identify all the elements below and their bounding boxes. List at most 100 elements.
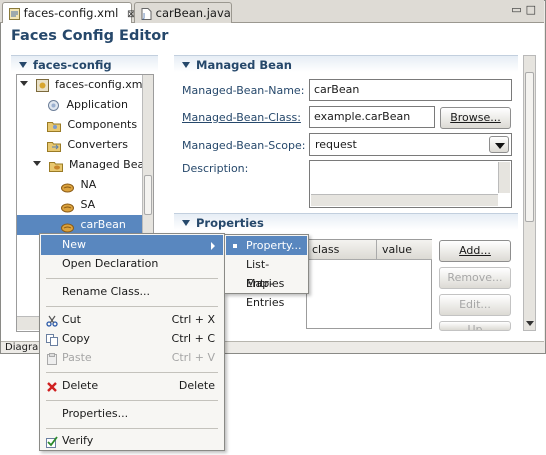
menu-accelerator: Ctrl + C <box>171 332 215 345</box>
menu-item-verify[interactable]: Verify <box>41 431 223 451</box>
new-submenu: Property... List-Entries Map-Entries <box>224 234 309 309</box>
edit-property-button[interactable]: Edit... <box>439 294 511 316</box>
tree-node-label: Managed Bean <box>69 158 152 171</box>
description-hscroll[interactable] <box>311 194 498 206</box>
svg-text:J: J <box>142 12 145 20</box>
menu-item-properties[interactable]: Properties... <box>41 404 223 424</box>
tree-node-components[interactable]: Components <box>17 115 153 135</box>
submenu-item-label: Property... <box>246 239 302 252</box>
paste-icon <box>46 352 58 365</box>
managed-bean-folder-icon <box>48 159 63 172</box>
minimize-maximize-icons[interactable]: ▭□ <box>511 3 540 16</box>
remove-button-label: Remove... <box>447 271 503 284</box>
editor-vertical-scrollbar[interactable] <box>523 55 536 331</box>
menu-item-paste[interactable]: Paste Ctrl + V <box>41 348 223 368</box>
tree-node-sa[interactable]: SA <box>17 195 153 215</box>
column-header-value[interactable]: value <box>377 240 432 260</box>
expand-twisty-icon[interactable] <box>33 161 41 166</box>
bean-name-field[interactable]: carBean <box>309 79 512 101</box>
remove-property-button[interactable]: Remove... <box>439 267 511 289</box>
menu-item-copy[interactable]: Copy Ctrl + C <box>41 329 223 349</box>
add-button-label: Add... <box>459 244 491 257</box>
section-title: Managed Bean <box>196 58 292 72</box>
xml-file-icon <box>9 7 20 20</box>
properties-section-header[interactable]: Properties <box>174 213 518 230</box>
scope-value: request <box>315 138 357 151</box>
java-file-icon: J <box>141 7 152 20</box>
scope-dropdown-button[interactable] <box>489 136 509 153</box>
tree-node-faces-config-xml[interactable]: faces-config.xml <box>17 75 153 95</box>
scroll-thumb[interactable] <box>525 72 534 222</box>
menu-item-cut[interactable]: Cut Ctrl + X <box>41 310 223 330</box>
verify-icon <box>46 435 58 448</box>
menu-item-new[interactable]: New <box>41 235 223 255</box>
menu-item-delete[interactable]: Delete Delete <box>41 376 223 396</box>
components-folder-icon <box>47 119 61 132</box>
menu-item-label: New <box>62 238 86 251</box>
menu-item-label: Verify <box>62 434 94 447</box>
tab-faces-config-xml[interactable]: faces-config.xml ⊠ <box>2 2 135 24</box>
tab-label: carBean.java <box>155 6 231 20</box>
collapse-triangle-icon[interactable] <box>182 62 190 68</box>
converters-folder-icon <box>47 139 61 152</box>
tree-node-managed-bean[interactable]: Managed Bean <box>17 155 153 175</box>
scroll-down-arrow-icon[interactable] <box>526 321 534 326</box>
tab-carbean-java[interactable]: J carBean.java <box>134 2 232 23</box>
collapse-triangle-icon[interactable] <box>19 62 27 68</box>
tree-node-application[interactable]: Application <box>17 95 153 115</box>
tree-node-na[interactable]: NA <box>17 175 153 195</box>
menu-item-label: Rename Class... <box>62 285 151 298</box>
browse-button[interactable]: Browse... <box>440 107 511 129</box>
section-title: faces-config <box>33 58 112 72</box>
tree-node-label: faces-config.xml <box>55 78 146 91</box>
menu-item-label: Properties... <box>62 407 129 420</box>
scissors-icon <box>46 314 58 327</box>
up-property-button[interactable]: Up <box>439 321 511 331</box>
menu-item-label: Delete <box>62 379 99 392</box>
bean-class-link[interactable]: Managed-Bean-Class: <box>182 111 301 124</box>
menu-item-label: Cut <box>62 313 81 326</box>
faces-config-section-header[interactable]: faces-config <box>11 55 158 72</box>
properties-table[interactable]: class value <box>306 239 432 329</box>
tree-node-label: NA <box>80 178 97 191</box>
description-textarea[interactable] <box>309 160 512 208</box>
tree-node-label: carBean <box>80 218 126 231</box>
diagram-tab-label[interactable]: Diagra <box>5 342 38 353</box>
submenu-item-property[interactable]: Property... <box>226 236 307 255</box>
delete-x-icon <box>46 380 58 392</box>
scroll-thumb[interactable] <box>144 175 152 215</box>
faces-config-file-icon <box>35 78 49 92</box>
menu-separator <box>46 306 218 307</box>
edit-button-label: Edit... <box>459 298 491 311</box>
bean-name-label: Managed-Bean-Name: <box>182 84 305 97</box>
section-title: Properties <box>196 216 264 230</box>
menu-item-label: Copy <box>62 332 90 345</box>
bean-icon <box>61 180 74 193</box>
menu-accelerator: Delete <box>178 379 215 392</box>
description-vscroll[interactable] <box>498 162 510 193</box>
bean-icon <box>61 200 74 213</box>
menu-accelerator: Ctrl + X <box>171 313 215 326</box>
managed-bean-section-header[interactable]: Managed Bean <box>174 55 518 72</box>
menu-item-rename-class[interactable]: Rename Class... <box>41 282 223 302</box>
submenu-item-list-entries[interactable]: List-Entries <box>226 255 307 290</box>
submenu-item-label: Map-Entries <box>246 277 285 309</box>
add-property-button[interactable]: Add... <box>439 240 511 262</box>
tree-node-label: Application <box>66 98 128 111</box>
description-label: Description: <box>182 162 249 175</box>
page-title: Faces Config Editor <box>11 28 169 44</box>
up-button-label: Up <box>467 323 483 331</box>
menu-item-open-declaration[interactable]: Open Declaration <box>41 254 223 274</box>
submenu-item-map-entries[interactable]: Map-Entries <box>226 274 307 309</box>
tree-node-converters[interactable]: Converters <box>17 135 153 155</box>
bean-class-field[interactable]: example.carBean <box>309 106 435 128</box>
expand-twisty-icon[interactable] <box>20 81 28 86</box>
submenu-arrow-icon <box>211 242 215 250</box>
tree-node-carbean[interactable]: carBean <box>17 215 153 235</box>
collapse-triangle-icon[interactable] <box>182 220 190 226</box>
column-header-class[interactable]: class <box>307 240 377 260</box>
tree-node-label: SA <box>80 198 96 211</box>
bean-scope-label: Managed-Bean-Scope: <box>182 139 306 152</box>
bean-scope-select[interactable]: request <box>309 133 512 156</box>
copy-icon <box>46 333 58 346</box>
